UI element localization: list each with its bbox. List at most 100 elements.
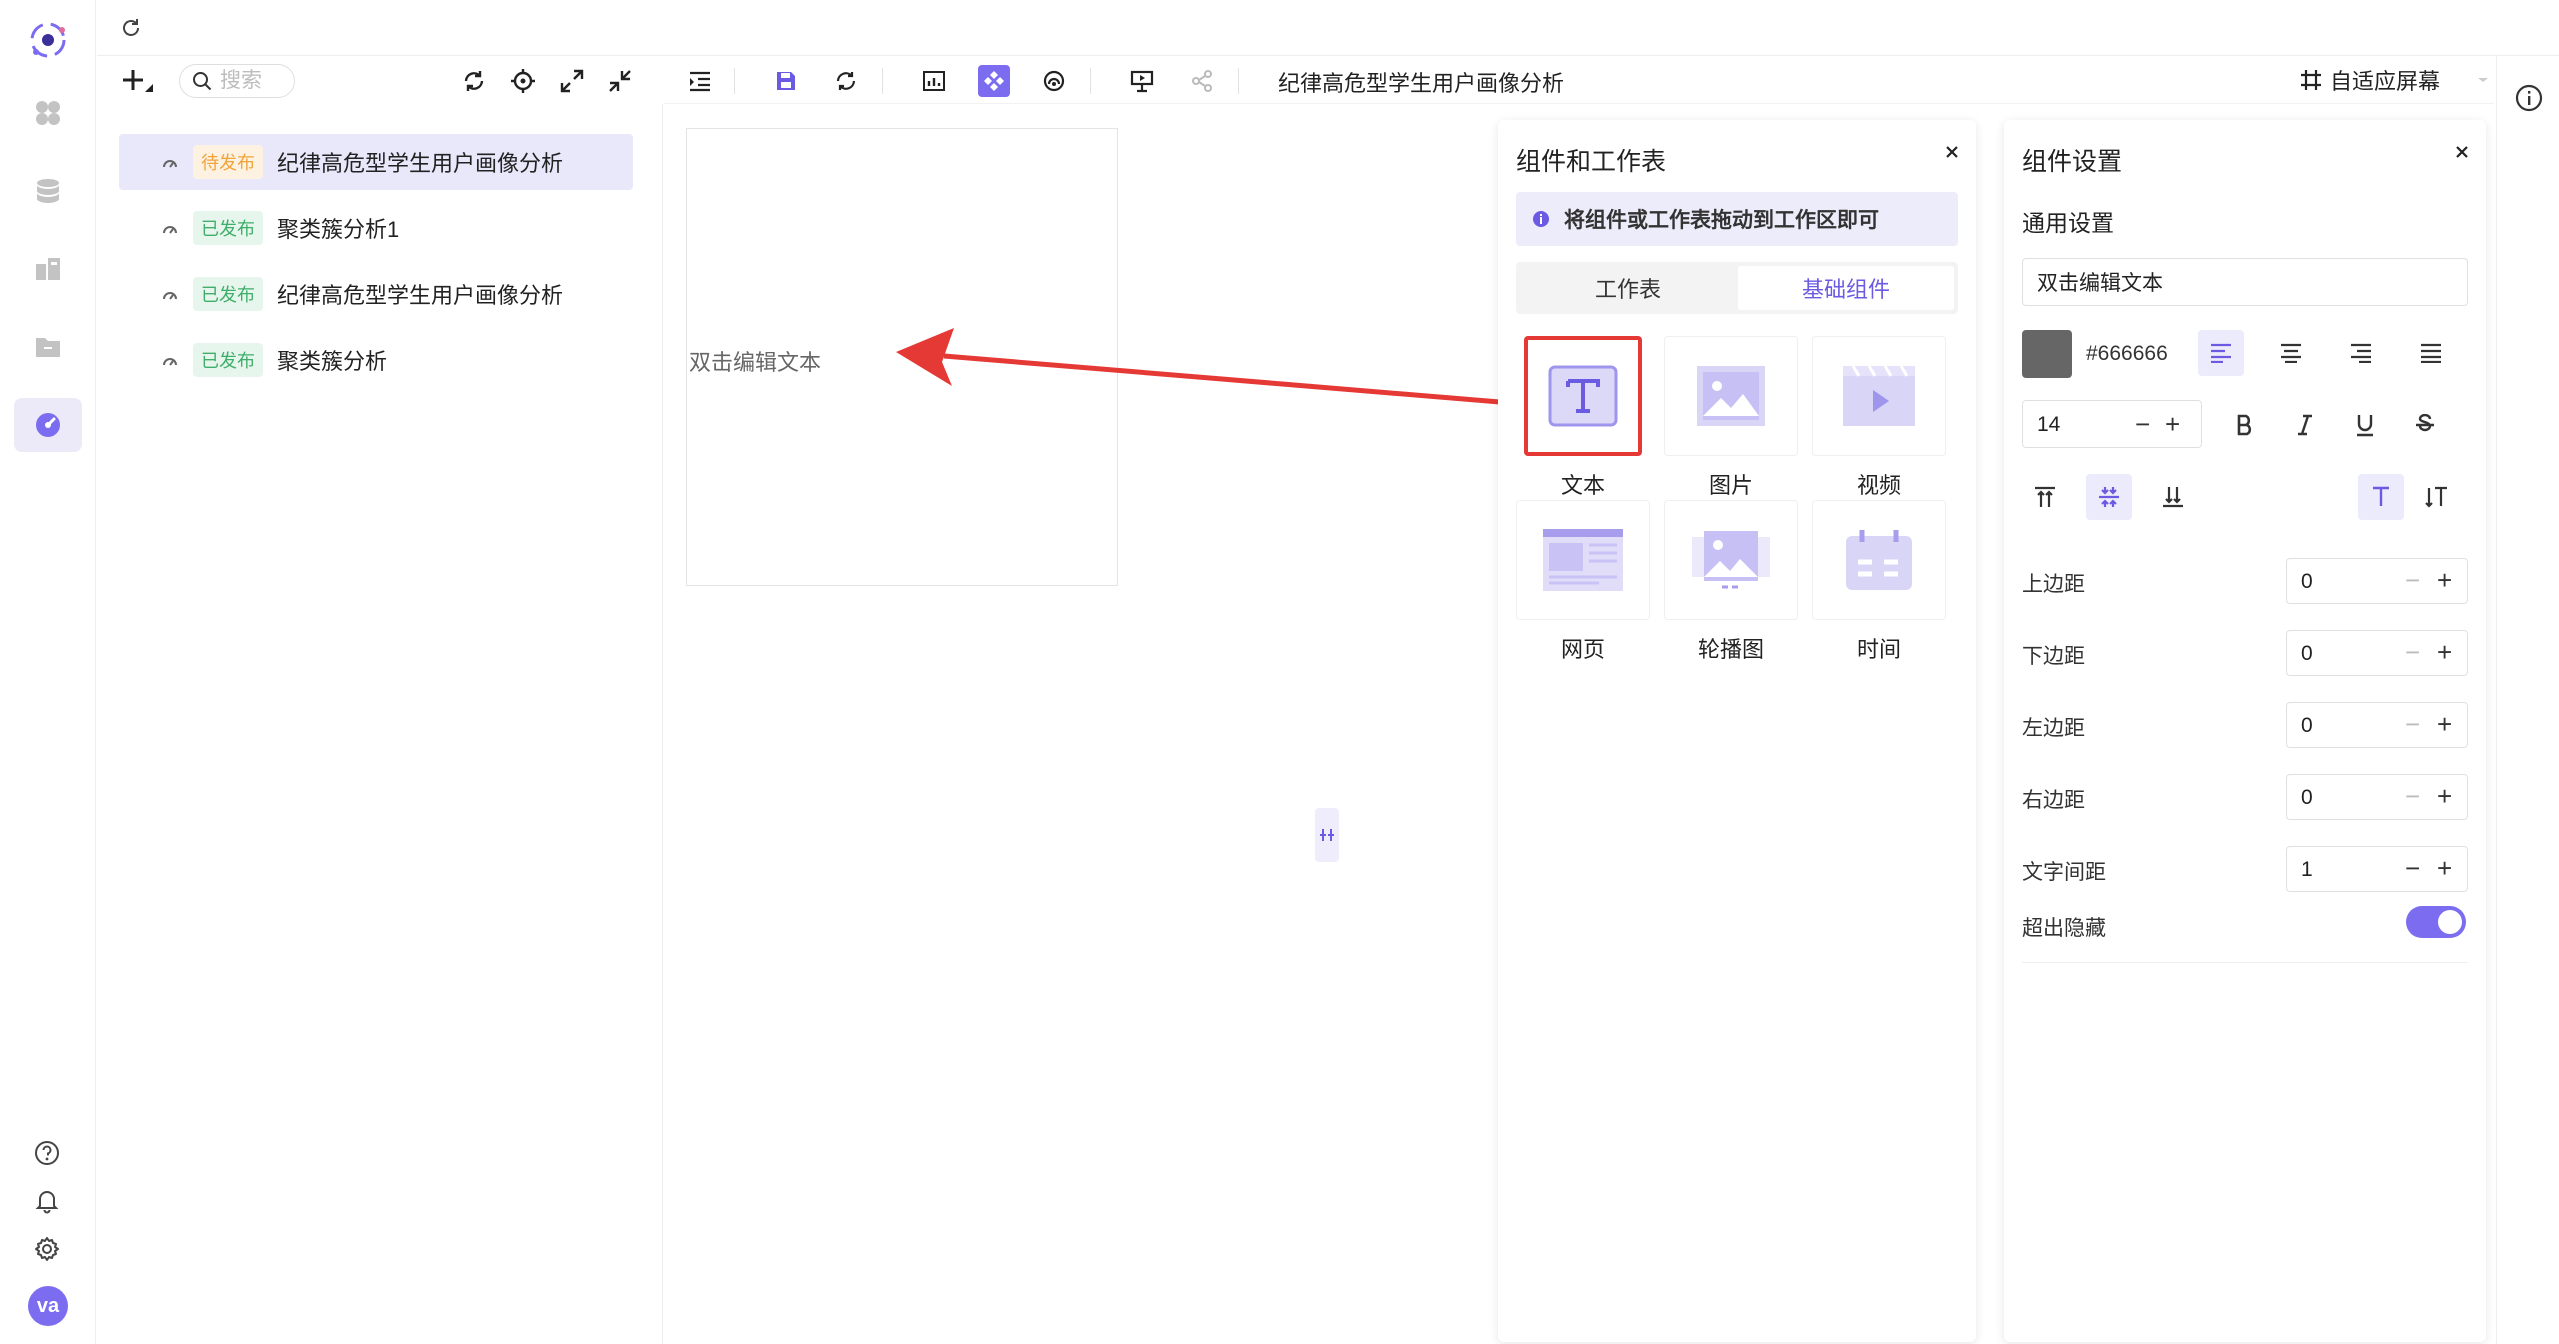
refresh-icon[interactable] (119, 16, 143, 40)
minus-icon[interactable]: − (2135, 409, 2150, 440)
carousel-icon[interactable] (1664, 500, 1798, 620)
align-left-icon[interactable] (2198, 330, 2244, 376)
vertical-text-icon[interactable] (2414, 474, 2460, 520)
margin-top-stepper[interactable]: 0 − + (2286, 558, 2468, 604)
tab-basic-components[interactable]: 基础组件 (1738, 266, 1954, 310)
info-icon[interactable] (2515, 84, 2543, 112)
reload-icon[interactable] (830, 65, 862, 97)
share-icon[interactable] (1186, 65, 1218, 97)
search-icon (192, 71, 212, 91)
underline-icon[interactable] (2342, 402, 2388, 448)
screen-item-icon (161, 219, 179, 237)
tree-item[interactable]: 待发布 纪律高危型学生用户画像分析 (119, 134, 633, 190)
strikethrough-icon[interactable] (2402, 402, 2448, 448)
text-widget-content[interactable]: 双击编辑文本 (689, 345, 821, 377)
search-input[interactable] (220, 69, 290, 93)
filter-icon[interactable] (1038, 65, 1070, 97)
component-text[interactable]: 文本 (1516, 336, 1650, 500)
image-icon[interactable] (1664, 336, 1798, 456)
settings-icon[interactable] (34, 1236, 60, 1262)
frame-icon (2301, 70, 2321, 90)
screen-tree: 待发布 纪律高危型学生用户画像分析 已发布 聚类簇分析1 已发布 纪律高危型学生… (97, 104, 663, 1344)
minus-icon[interactable]: − (2405, 565, 2420, 596)
help-icon[interactable] (34, 1140, 60, 1166)
tree-item[interactable]: 已发布 纪律高危型学生用户画像分析 (119, 266, 633, 322)
text-icon[interactable] (1524, 336, 1642, 456)
overflow-hidden-toggle[interactable] (2406, 906, 2466, 938)
expand-icon[interactable] (559, 68, 585, 94)
database-icon[interactable] (14, 164, 82, 218)
minus-icon[interactable]: − (2405, 853, 2420, 884)
webpage-icon[interactable] (1516, 500, 1650, 620)
margin-right-stepper[interactable]: 0 − + (2286, 774, 2468, 820)
valign-middle-icon[interactable] (2086, 474, 2132, 520)
color-swatch[interactable] (2022, 330, 2072, 378)
settings-panel: 组件设置 通用设置 #666666 14 − + (2004, 120, 2486, 1342)
save-icon[interactable] (770, 65, 802, 97)
top-bar (97, 0, 2559, 56)
align-center-icon[interactable] (2268, 330, 2314, 376)
margin-left-stepper[interactable]: 0 − + (2286, 702, 2468, 748)
dashboard-icon[interactable] (14, 242, 82, 296)
plus-icon[interactable]: + (2437, 781, 2452, 812)
outline-icon[interactable] (684, 65, 716, 97)
folder-icon[interactable] (14, 320, 82, 374)
tree-item[interactable]: 已发布 聚类簇分析 (119, 332, 633, 388)
sync-icon[interactable] (461, 68, 487, 94)
collapse-icon[interactable] (607, 68, 633, 94)
preview-icon[interactable] (1126, 65, 1158, 97)
components-panel: 组件和工作表 将组件或工作表拖动到工作区即可 工作表 基础组件 文本 图片 视频… (1498, 120, 1976, 1342)
video-icon[interactable] (1812, 336, 1946, 456)
bell-icon[interactable] (34, 1188, 60, 1214)
valign-bottom-icon[interactable] (2150, 474, 2196, 520)
minus-icon[interactable]: − (2405, 637, 2420, 668)
chart-icon[interactable] (918, 65, 950, 97)
plus-icon[interactable]: + (2165, 409, 2180, 440)
component-time[interactable]: 时间 (1812, 500, 1946, 664)
color-hex[interactable]: #666666 (2086, 342, 2168, 366)
minus-icon[interactable]: − (2405, 781, 2420, 812)
tree-item[interactable]: 已发布 聚类簇分析1 (119, 200, 633, 256)
bold-icon[interactable] (2222, 402, 2268, 448)
letter-spacing-stepper[interactable]: 1 − + (2286, 846, 2468, 892)
logo-icon[interactable] (26, 18, 70, 62)
horizontal-text-icon[interactable] (2358, 474, 2404, 520)
component-webpage[interactable]: 网页 (1516, 500, 1650, 664)
left-nav-rail: va (0, 0, 96, 1344)
align-justify-icon[interactable] (2408, 330, 2454, 376)
font-size-stepper[interactable]: 14 − + (2022, 400, 2202, 448)
text-content-input[interactable] (2022, 258, 2468, 306)
add-icon[interactable] (121, 66, 155, 96)
plus-icon[interactable]: + (2437, 637, 2452, 668)
stepper-value: 0 (2301, 570, 2313, 593)
component-video[interactable]: 视频 (1812, 336, 1946, 500)
minus-icon[interactable]: − (2405, 709, 2420, 740)
valign-top-icon[interactable] (2022, 474, 2068, 520)
calendar-icon[interactable] (1812, 500, 1946, 620)
hint-banner: 将组件或工作表拖动到工作区即可 (1516, 192, 1958, 246)
component-label: 网页 (1560, 637, 1605, 662)
fit-screen-label: 自适应屏幕 (2330, 69, 2441, 94)
apps-icon[interactable] (14, 86, 82, 140)
drag-handle-icon[interactable] (1315, 808, 1339, 862)
component-icon[interactable] (978, 65, 1010, 97)
component-carousel[interactable]: 轮播图 (1664, 500, 1798, 664)
screen-icon[interactable] (14, 398, 82, 452)
italic-icon[interactable] (2282, 402, 2328, 448)
component-image[interactable]: 图片 (1664, 336, 1798, 500)
search-box[interactable] (179, 64, 295, 98)
font-size-value: 14 (2037, 413, 2061, 436)
plus-icon[interactable]: + (2437, 565, 2452, 596)
close-icon[interactable] (1944, 144, 1960, 160)
margin-bottom-stepper[interactable]: 0 − + (2286, 630, 2468, 676)
screen-item-icon (161, 285, 179, 303)
avatar[interactable]: va (28, 1286, 68, 1326)
plus-icon[interactable]: + (2437, 709, 2452, 740)
stepper-value: 0 (2301, 786, 2313, 809)
tab-worksheet[interactable]: 工作表 (1520, 266, 1736, 310)
locate-icon[interactable] (510, 68, 536, 94)
close-icon[interactable] (2454, 144, 2470, 160)
fit-screen-select[interactable]: 自适应屏幕 (2300, 64, 2490, 96)
plus-icon[interactable]: + (2437, 853, 2452, 884)
align-right-icon[interactable] (2338, 330, 2384, 376)
